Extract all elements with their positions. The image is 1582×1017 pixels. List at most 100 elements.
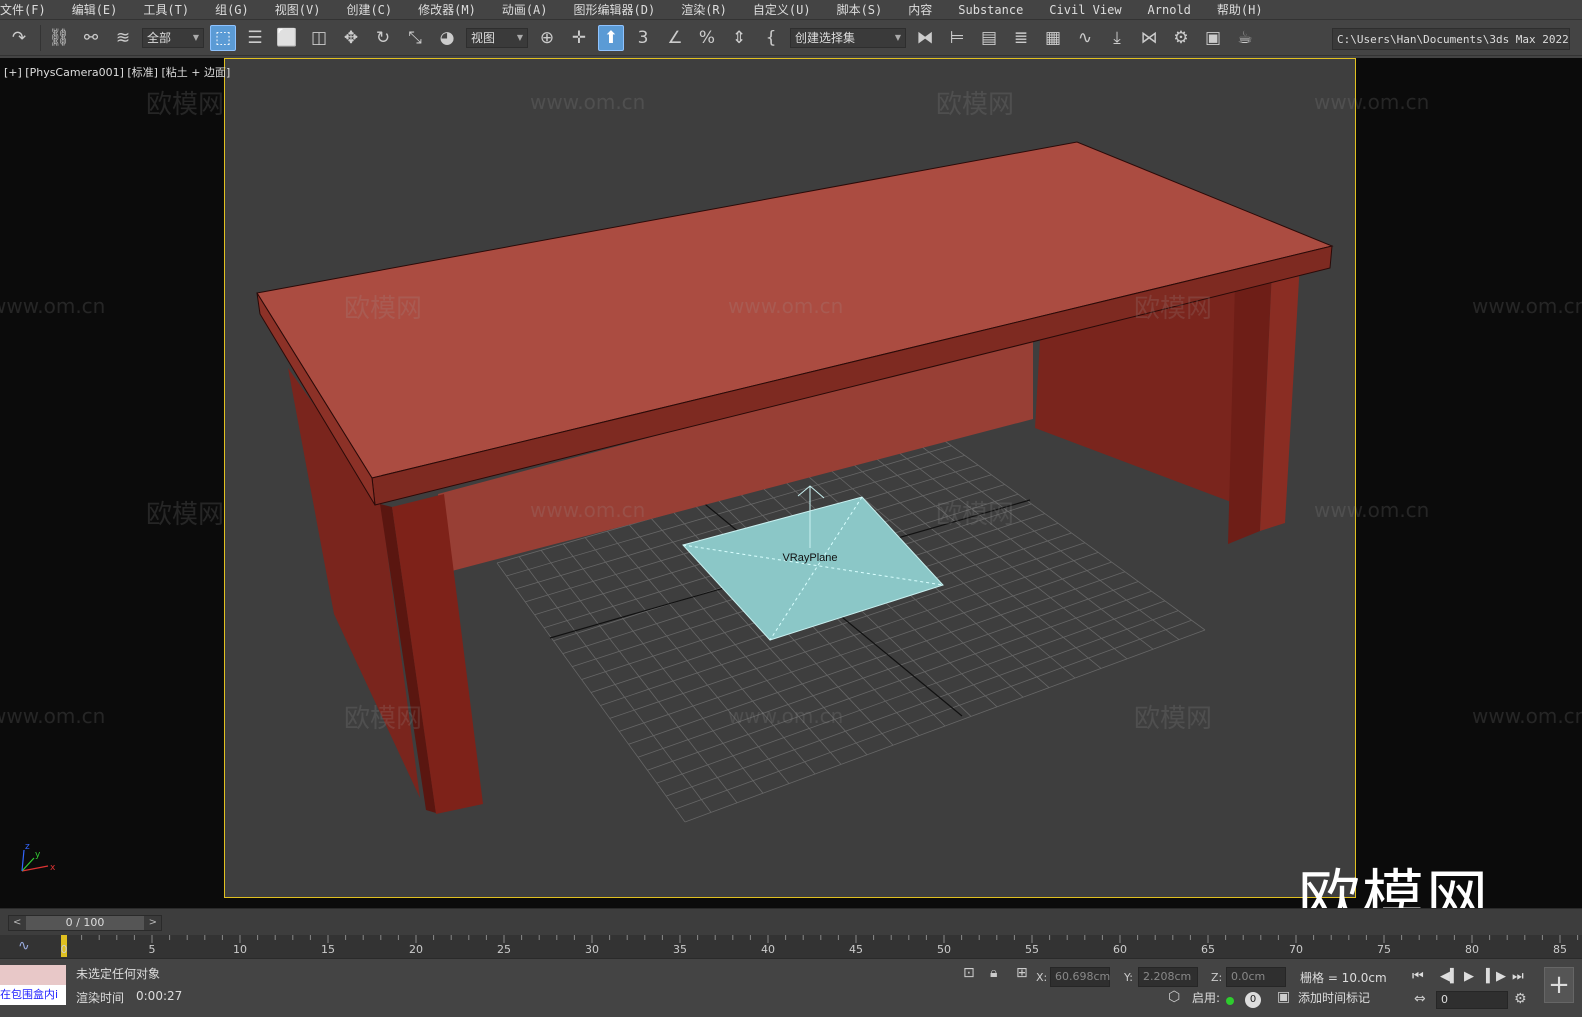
rotate-icon[interactable]: ↻ [370,25,396,51]
time-slider[interactable]: < 0 / 100 > [8,915,162,931]
next-frame-icon[interactable]: ▍▶ [1486,969,1506,984]
link-icon[interactable]: ⛓ [46,25,72,51]
menu-item[interactable]: 自定义(U) [740,1,824,18]
menu-item[interactable]: 创建(C) [333,1,405,18]
ruler-tick-label: 75 [1377,943,1391,956]
reference-coordinate-dropdown[interactable]: 视图 ▼ [466,27,528,48]
ruler-tick-label: 10 [233,943,247,956]
track-bar[interactable]: ∿ 0 5 10 15 20 25 30 35 40 45 50 55 60 65 70 75 80 85 [0,935,1582,959]
watermark-url: www.om.cn [728,294,844,318]
absolute-transform-icon[interactable]: ⊞ [1016,965,1028,981]
rendered-frame-window-icon[interactable]: ▣ [1200,25,1226,51]
menu-item[interactable]: 视图(V) [262,1,334,18]
scale-icon[interactable]: ⤡ [402,25,428,51]
snap-toggle-icon[interactable]: 3 [630,25,656,51]
axis-y-label: y [35,850,41,860]
dope-sheet-icon[interactable]: ⤓ [1104,25,1130,51]
watermark-cn: 欧模网 [344,704,423,734]
scene-explorer-icon[interactable]: ▤ [976,25,1002,51]
mirror-icon[interactable]: ⧓ [912,25,938,51]
chevron-right-icon[interactable]: > [149,916,157,930]
menu-item[interactable]: 内容 [895,1,945,18]
bind-space-warp-icon[interactable]: ≋ [110,25,136,51]
spinner-snap-icon[interactable]: ⇕ [726,25,752,51]
enable-count-badge: 0 [1245,992,1261,1008]
angle-snap-icon[interactable]: ∠ [662,25,688,51]
schematic-view-icon[interactable]: ⋈ [1136,25,1162,51]
menu-bar: 文件(F) 编辑(E) 工具(T) 组(G) 视图(V) 创建(C) 修改器(M) 动画(A)… [0,0,1582,20]
watermark-cn: 欧模网 [1134,704,1213,734]
ruler-tick-label: 30 [585,943,599,956]
align-icon[interactable]: ⊨ [944,25,970,51]
selection-filter-dropdown[interactable]: 全部 ▼ [142,27,204,48]
current-frame-field[interactable]: 0 [1436,991,1508,1009]
set-key-button[interactable]: + [1544,967,1574,1003]
percent-snap-icon[interactable]: % [694,25,720,51]
select-manipulate-icon[interactable]: ✛ [566,25,592,51]
time-configuration-icon[interactable]: ⚙ [1514,991,1527,1007]
menu-item[interactable]: 动画(A) [489,1,561,18]
edit-named-selection-icon[interactable]: { [758,25,784,51]
selection-lock-icon[interactable]: 🔒︎ [990,965,997,981]
project-path-text: C:\Users\Han\Documents\3ds Max 2022 [1337,32,1569,46]
menu-item[interactable]: 渲染(R) [668,1,740,18]
menu-item[interactable]: Substance [945,3,1036,17]
render-time-label: 渲染时间 [76,991,125,1005]
menu-item[interactable]: 脚本(S) [824,1,896,18]
isolate-selection-icon[interactable]: ⊡ [963,965,975,981]
placement-icon[interactable]: ◕ [434,25,460,51]
ruler-tick-label: 40 [761,943,775,956]
select-object-icon[interactable]: ⬚ [210,24,236,51]
window-crossing-icon[interactable]: ◫ [306,25,332,51]
adaptive-degradation-icon[interactable]: ⬡ [1168,989,1180,1005]
perspective-viewport[interactable]: VRayPlane x y z [+] [PhysCamera001] [标准]… [0,58,1582,908]
unlink-icon[interactable]: ⚯ [78,25,104,51]
play-icon[interactable]: ▶ [1464,969,1474,984]
chevron-left-icon[interactable]: < [13,916,21,930]
menu-item[interactable]: 组(G) [202,1,262,18]
keyboard-shortcut-override-icon[interactable]: ⬆ [598,24,624,51]
watermark-cn: 欧模网 [344,294,423,324]
menu-item[interactable]: 文件(F) [0,1,59,18]
watermark-url: www.om.cn [0,294,106,318]
named-selection-dropdown[interactable]: 创建选择集 ▼ [790,27,906,48]
ruler-tick-label: 70 [1289,943,1303,956]
project-path-field[interactable]: C:\Users\Han\Documents\3ds Max 2022 [1332,28,1570,50]
go-to-end-icon[interactable]: ⏭ [1512,969,1524,984]
reference-coordinate-value: 视图 [471,31,496,45]
move-icon[interactable]: ✥ [338,25,364,51]
go-to-start-icon[interactable]: ⏮ [1412,969,1424,984]
chevron-down-icon: ▼ [894,33,901,42]
watermark-url: www.om.cn [728,704,844,728]
watermark-cn: 欧模网 [146,90,225,120]
maxscript-prompt[interactable]: 在包围盒内i [0,985,66,1005]
add-time-tag[interactable]: 添加时间标记 [1298,989,1370,1006]
select-by-name-icon[interactable]: ☰ [242,25,268,51]
time-slider-handle[interactable]: 0 / 100 [26,916,144,930]
z-coord-field[interactable]: 0.0cm [1226,967,1286,987]
menu-item[interactable]: 工具(T) [130,1,202,18]
render-production-icon[interactable]: ☕ [1232,25,1258,51]
pivot-center-icon[interactable]: ⊕ [534,25,560,51]
menu-item[interactable]: Civil View [1036,3,1134,17]
previous-frame-icon[interactable]: ◀▍ [1440,969,1460,984]
ruler-tick-label: 35 [673,943,687,956]
ruler-tick-label: 45 [849,943,863,956]
menu-item[interactable]: 图形编辑器(D) [561,1,669,18]
site-logo-watermark: 欧模网 [1298,862,1491,908]
render-setup-icon[interactable]: ⚙ [1168,25,1194,51]
key-mode-icon[interactable]: ⇔ [1414,991,1426,1007]
menu-item[interactable]: 修改器(M) [405,1,489,18]
x-coord-field[interactable]: 60.698cm [1050,967,1110,987]
layer-explorer-icon[interactable]: ≣ [1008,25,1034,51]
time-tag-icon[interactable]: ▣ [1277,989,1290,1005]
menu-item[interactable]: Arnold [1135,3,1204,17]
menu-item[interactable]: 编辑(E) [59,1,131,18]
y-coord-field[interactable]: 2.208cm [1138,967,1198,987]
redo-icon[interactable]: ↷ [6,25,32,51]
ribbon-toggle-icon[interactable]: ▦ [1040,25,1066,51]
rectangle-selection-icon[interactable]: ⬜ [274,25,300,51]
menu-item[interactable]: 帮助(H) [1204,1,1276,18]
curve-editor-icon[interactable]: ∿ [1072,25,1098,51]
viewport-label-menu[interactable]: [+] [PhysCamera001] [标准] [粘土 + 边面] [4,64,230,80]
